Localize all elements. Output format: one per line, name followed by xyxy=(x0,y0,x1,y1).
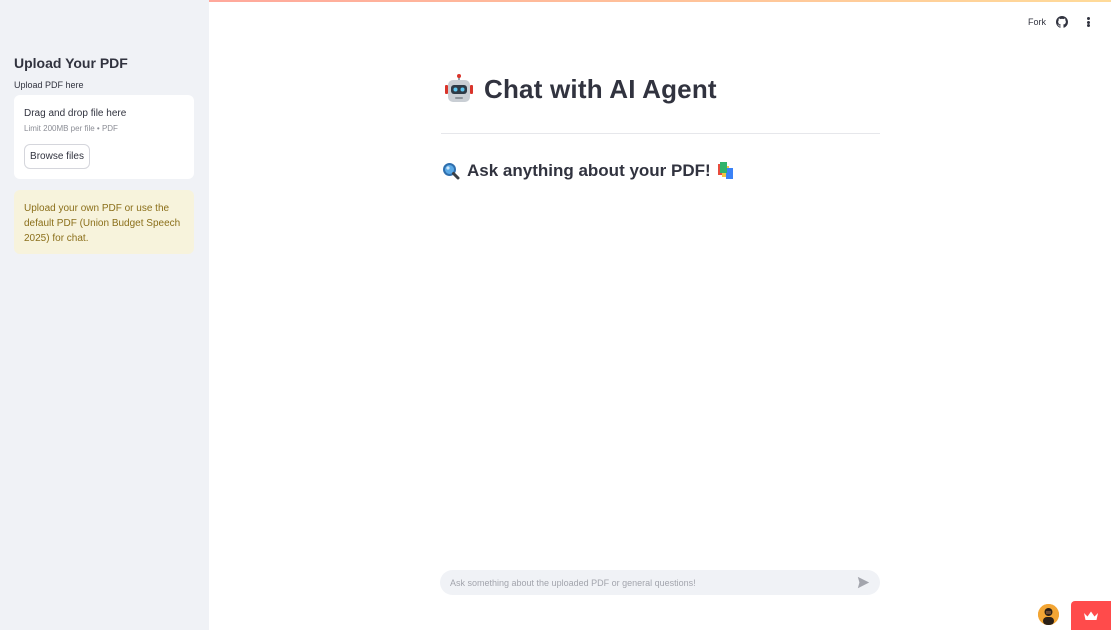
send-icon[interactable] xyxy=(857,576,870,589)
sidebar: Upload Your PDF Upload PDF here Drag and… xyxy=(0,0,209,630)
magnifier-icon xyxy=(443,163,460,180)
github-icon[interactable] xyxy=(1056,16,1068,28)
subtitle-row: Ask anything about your PDF! xyxy=(442,159,737,183)
fork-button[interactable]: Fork xyxy=(1028,17,1046,27)
page-title: Chat with AI Agent xyxy=(484,73,717,104)
dropzone-limit-text: Limit 200MB per file • PDF xyxy=(24,124,118,133)
crown-icon xyxy=(1084,611,1098,620)
chat-input-bar xyxy=(440,570,880,595)
file-dropzone[interactable]: Drag and drop file here Limit 200MB per … xyxy=(14,95,194,179)
user-avatar-icon xyxy=(1038,604,1059,625)
robot-icon xyxy=(445,74,473,102)
streamlit-crown-button[interactable] xyxy=(1071,601,1111,630)
uploader-label: Upload PDF here xyxy=(14,80,84,90)
page-title-row: Chat with AI Agent xyxy=(443,70,717,108)
sidebar-title: Upload Your PDF xyxy=(14,55,128,71)
title-divider xyxy=(441,133,880,134)
chat-input[interactable] xyxy=(450,577,857,588)
page-subtitle: Ask anything about your PDF! xyxy=(467,161,711,180)
header-toolbar: Fork xyxy=(1028,12,1111,32)
kebab-menu-icon[interactable] xyxy=(1082,16,1094,28)
avatar[interactable] xyxy=(1038,604,1059,625)
info-alert: Upload your own PDF or use the default P… xyxy=(14,190,194,254)
dropzone-text: Drag and drop file here xyxy=(24,108,127,119)
books-icon xyxy=(717,162,733,179)
browse-files-button[interactable]: Browse files xyxy=(24,144,90,169)
